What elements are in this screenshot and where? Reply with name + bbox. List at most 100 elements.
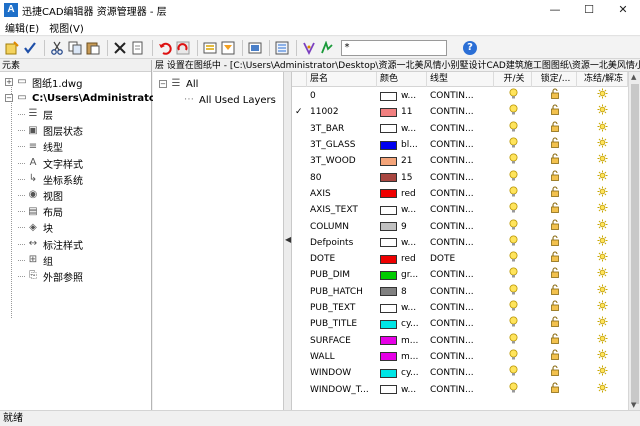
layer-filter-input[interactable] <box>341 39 447 56</box>
layer-lock-cell[interactable] <box>532 170 577 186</box>
tree-item[interactable]: ↳ 坐标系统 <box>18 171 83 187</box>
layer-on-cell[interactable] <box>494 186 532 202</box>
layer-props-icon[interactable] <box>202 40 218 56</box>
layer-row[interactable]: PUB_HATCH 8 CONTIN... <box>292 284 628 300</box>
layer-name[interactable]: 3T_BAR <box>307 121 377 137</box>
layer-color-cell[interactable]: cy... <box>377 316 427 332</box>
layer-linetype[interactable]: CONTIN... <box>427 333 494 349</box>
layer-color-cell[interactable]: w... <box>377 88 427 104</box>
tree-item[interactable]: ≡ 线型 <box>18 139 63 155</box>
tree-item[interactable]: + ▭ 图纸1.dwg <box>5 74 82 90</box>
layer-linetype[interactable]: CONTIN... <box>427 202 494 218</box>
layer-name[interactable]: 80 <box>307 170 377 186</box>
layer-freeze-cell[interactable] <box>577 186 628 202</box>
layer-name[interactable]: PUB_HATCH <box>307 284 377 300</box>
layer-linetype[interactable]: DOTE <box>427 251 494 267</box>
minimize-button[interactable]: — <box>538 0 572 20</box>
layer-row[interactable]: WALL m... CONTIN... <box>292 349 628 365</box>
col-on-off[interactable]: 开/关 <box>494 72 532 87</box>
layer-color-cell[interactable]: 8 <box>377 284 427 300</box>
layer-lock-cell[interactable] <box>532 104 577 120</box>
filter-all[interactable]: − ☰ All <box>159 76 198 92</box>
close-button[interactable]: ✕ <box>606 0 640 20</box>
layer-name[interactable]: 0 <box>307 88 377 104</box>
redo-red-icon[interactable] <box>175 40 191 56</box>
layer-on-cell[interactable] <box>494 202 532 218</box>
layer-color-cell[interactable]: cy... <box>377 365 427 381</box>
layer-name[interactable]: PUB_TITLE <box>307 316 377 332</box>
tree-item[interactable]: ◈ 块 <box>18 220 53 236</box>
help-icon[interactable]: ? <box>463 40 477 55</box>
undo-red-icon[interactable] <box>157 40 173 56</box>
layer-freeze-cell[interactable] <box>577 170 628 186</box>
copy-page-icon[interactable] <box>130 40 146 56</box>
layer-color-cell[interactable]: w... <box>377 121 427 137</box>
layer-freeze-cell[interactable] <box>577 349 628 365</box>
layer-color-cell[interactable]: red <box>377 251 427 267</box>
layer-on-cell[interactable] <box>494 333 532 349</box>
set-current-icon[interactable] <box>22 40 38 56</box>
layer-color-cell[interactable]: w... <box>377 235 427 251</box>
layer-lock-cell[interactable] <box>532 202 577 218</box>
new-layer-icon[interactable] <box>4 40 20 56</box>
move-icon[interactable] <box>301 40 317 56</box>
tree-item[interactable]: ☰ 层 <box>18 106 53 122</box>
layer-lock-cell[interactable] <box>532 333 577 349</box>
layer-on-cell[interactable] <box>494 316 532 332</box>
menu-edit[interactable]: 编辑(E) <box>0 20 44 35</box>
layer-color-cell[interactable]: w... <box>377 300 427 316</box>
layer-lock-cell[interactable] <box>532 186 577 202</box>
col-current[interactable] <box>292 72 307 87</box>
layer-freeze-cell[interactable] <box>577 121 628 137</box>
col-name[interactable]: 层名 <box>307 72 377 87</box>
col-linetype[interactable]: 线型 <box>427 72 494 87</box>
scroll-down-icon[interactable]: ▼ <box>631 401 636 409</box>
layer-name[interactable]: 3T_GLASS <box>307 137 377 153</box>
layer-lock-cell[interactable] <box>532 153 577 169</box>
layer-row[interactable]: COLUMN 9 CONTIN... <box>292 218 628 234</box>
scroll-up-icon[interactable]: ▲ <box>631 73 636 81</box>
layer-name[interactable]: Defpoints <box>307 235 377 251</box>
layer-name[interactable]: COLUMN <box>307 219 377 235</box>
layer-row[interactable]: 80 15 CONTIN... <box>292 170 628 186</box>
layer-name[interactable]: WALL <box>307 349 377 365</box>
layer-on-cell[interactable] <box>494 137 532 153</box>
layer-on-cell[interactable] <box>494 365 532 381</box>
layer-name[interactable]: 11002 <box>307 104 377 120</box>
layer-color-cell[interactable]: 15 <box>377 170 427 186</box>
layer-name[interactable]: WINDOW <box>307 365 377 381</box>
layer-freeze-cell[interactable] <box>577 365 628 381</box>
layer-row[interactable]: Defpoints w... CONTIN... <box>292 235 628 251</box>
layer-row[interactable]: 3T_GLASS bl... CONTIN... <box>292 137 628 153</box>
layer-lock-cell[interactable] <box>532 381 577 398</box>
layer-freeze-cell[interactable] <box>577 267 628 283</box>
layer-on-cell[interactable] <box>494 121 532 137</box>
layer-row[interactable]: 0 w... CONTIN... <box>292 88 628 104</box>
layer-on-cell[interactable] <box>494 267 532 283</box>
tree-item[interactable]: − ▭ C:\Users\Administrator\D <box>5 90 173 106</box>
layer-filter-icon[interactable] <box>220 40 236 56</box>
layer-color-cell[interactable]: m... <box>377 333 427 349</box>
tree-item[interactable]: ↔ 标注样式 <box>18 236 83 252</box>
layer-color-cell[interactable]: w... <box>377 202 427 218</box>
collapse-icon[interactable]: − <box>5 94 13 103</box>
tree-item[interactable]: ▣ 图层状态 <box>18 123 83 139</box>
layer-linetype[interactable]: CONTIN... <box>427 235 494 251</box>
copy-icon[interactable] <box>67 40 83 56</box>
cut-icon[interactable] <box>49 40 65 56</box>
layer-linetype[interactable]: CONTIN... <box>427 88 494 104</box>
layer-freeze-cell[interactable] <box>577 153 628 169</box>
layer-freeze-cell[interactable] <box>577 382 628 398</box>
layer-freeze-cell[interactable] <box>577 235 628 251</box>
layer-row[interactable]: PUB_TITLE cy... CONTIN... <box>292 316 628 332</box>
layer-name[interactable]: WINDOW_T... <box>307 382 377 398</box>
layer-linetype[interactable]: CONTIN... <box>427 137 494 153</box>
layer-on-cell[interactable] <box>494 219 532 235</box>
layer-on-cell[interactable] <box>494 251 532 267</box>
layer-color-cell[interactable]: w... <box>377 382 427 398</box>
layer-on-cell[interactable] <box>494 170 532 186</box>
layer-color-cell[interactable]: gr... <box>377 267 427 283</box>
layer-lock-cell[interactable] <box>532 284 577 300</box>
layer-name[interactable]: PUB_DIM <box>307 267 377 283</box>
maximize-button[interactable]: ☐ <box>572 0 606 20</box>
